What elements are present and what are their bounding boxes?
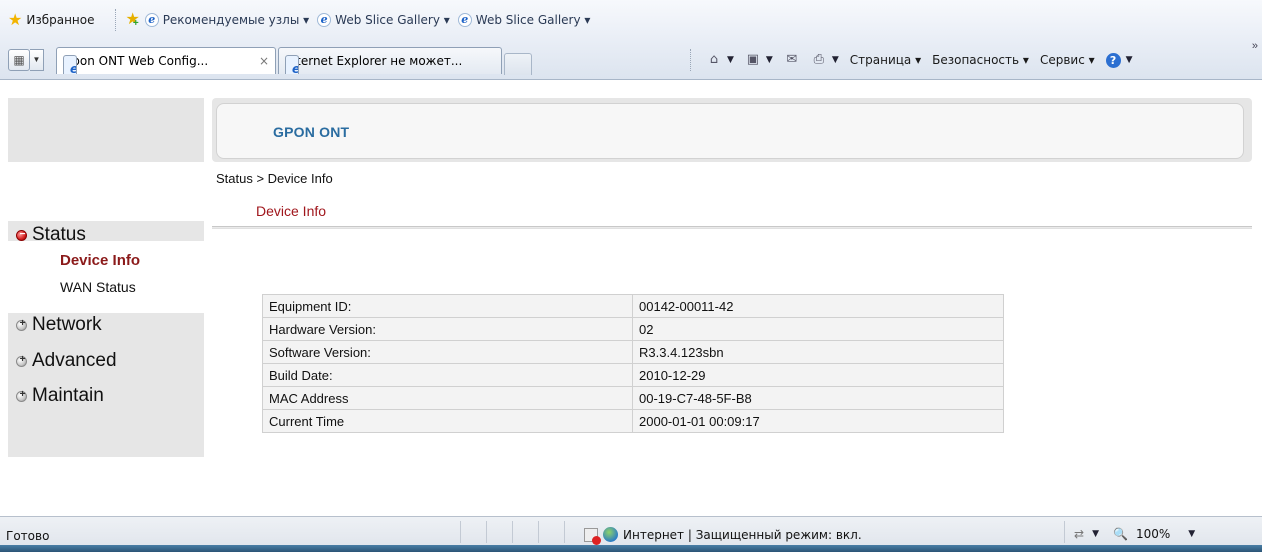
chevron-down-icon[interactable]: ▼ <box>727 55 734 65</box>
row-value: 00-19-C7-48-5F-B8 <box>632 386 1004 410</box>
row-label: Software Version: <box>262 340 633 364</box>
row-value: 2000-01-01 00:09:17 <box>632 409 1004 433</box>
change-status-icon[interactable]: ⇄ <box>1074 527 1084 541</box>
row-label: Current Time <box>262 409 633 433</box>
status-separator <box>460 521 461 543</box>
header-banner: GPON ONT <box>216 103 1244 159</box>
tab-list-chevron-down-icon[interactable]: ▼ <box>30 49 44 71</box>
collapse-icon <box>16 229 28 241</box>
internet-zone-globe-icon <box>603 527 618 542</box>
favorites-item-label: Web Slice Gallery ▾ <box>335 13 450 27</box>
favorites-button[interactable]: ★ Избранное <box>8 12 95 28</box>
status-separator <box>564 521 565 543</box>
favorites-separator <box>114 9 116 31</box>
page-content: GPON ONT Status > Device Info Device Inf… <box>0 81 1262 515</box>
tools-menu[interactable]: Сервис ▾ <box>1040 53 1095 67</box>
home-icon[interactable]: ⌂ <box>706 52 722 68</box>
page-menu[interactable]: Страница ▾ <box>850 53 921 67</box>
security-zone[interactable]: Интернет | Защищенный режим: вкл. <box>584 527 862 545</box>
brand-title: GPON ONT <box>273 124 350 140</box>
status-separator <box>1064 521 1065 543</box>
command-bar-separator <box>690 49 691 71</box>
close-tab-icon[interactable]: × <box>259 54 269 68</box>
section-title: Device Info <box>256 203 327 219</box>
print-icon[interactable]: ⎙ <box>811 52 827 68</box>
favorites-item-web-slice-gallery-1[interactable]: e Web Slice Gallery ▾ <box>317 13 450 27</box>
safety-menu[interactable]: Безопасность ▾ <box>932 53 1029 67</box>
expand-icon <box>16 354 28 367</box>
row-label: MAC Address <box>262 386 633 410</box>
table-row: Hardware Version: 02 <box>262 317 1004 341</box>
new-tab-button[interactable] <box>504 53 532 75</box>
status-submenu: Device Info WAN Status <box>8 241 204 313</box>
ie-icon: e <box>457 13 472 27</box>
sidebar-item-label: Maintain <box>32 385 104 406</box>
ie-icon: e <box>144 13 159 27</box>
mail-icon[interactable]: ✉ <box>784 52 800 68</box>
row-value: 02 <box>632 317 1004 341</box>
command-bar-overflow-chevron-icon[interactable]: » <box>1252 40 1258 52</box>
popup-blocked-icon[interactable] <box>584 527 601 545</box>
device-info-table: Equipment ID: 00142-00011-42 Hardware Ve… <box>262 294 1004 433</box>
sidebar-item-network[interactable]: Network <box>16 314 102 336</box>
chevron-down-icon[interactable]: ▼ <box>1092 529 1099 539</box>
ie-icon: e <box>317 13 332 27</box>
status-separator <box>512 521 513 543</box>
tab-bar: ▦ ▼ e Gpon ONT Web Config... × e Interne… <box>0 40 1262 80</box>
chevron-down-icon[interactable]: ▼ <box>766 55 773 65</box>
expand-icon <box>16 389 28 402</box>
zoom-level: 100% <box>1135 527 1171 541</box>
favorites-item-label: Web Slice Gallery ▾ <box>475 13 591 27</box>
status-separator <box>538 521 539 543</box>
row-label: Hardware Version: <box>262 317 633 341</box>
zoom-icon: 🔍 <box>1112 527 1128 541</box>
chevron-down-icon[interactable]: ▼ <box>1126 55 1133 65</box>
ie-icon: e <box>285 55 299 74</box>
row-value: 2010-12-29 <box>632 363 1004 387</box>
quick-tabs-icon[interactable]: ▦ <box>8 49 30 71</box>
sidebar-item-wan-status[interactable]: WAN Status <box>60 279 136 295</box>
logo-area <box>8 98 204 162</box>
sidebar-item-maintain[interactable]: Maintain <box>16 385 104 407</box>
chevron-down-icon[interactable]: ▼ <box>832 55 839 65</box>
favorites-item-label: Рекомендуемые узлы ▾ <box>162 13 310 27</box>
tab-gpon-ont[interactable]: e Gpon ONT Web Config... × <box>56 47 276 74</box>
help-icon[interactable]: ? <box>1105 52 1121 68</box>
favorites-item-suggested-sites[interactable]: e Рекомендуемые узлы ▾ <box>144 13 310 27</box>
expand-icon <box>16 318 28 331</box>
favorites-label: Избранное <box>26 13 95 27</box>
tab-ie-error[interactable]: e Internet Explorer не может... <box>278 47 502 74</box>
zoom-control[interactable]: ⇄ ▼ 🔍 100% ▼ <box>1074 527 1195 541</box>
table-row: Current Time 2000-01-01 00:09:17 <box>262 409 1004 433</box>
sidebar: Status Device Info WAN Status Network Ad… <box>8 221 204 457</box>
sidebar-item-label: Network <box>32 314 102 335</box>
section-divider <box>212 226 1252 229</box>
favorites-item-web-slice-gallery-2[interactable]: e Web Slice Gallery ▾ <box>457 13 591 27</box>
status-separator <box>486 521 487 543</box>
add-badge-icon: + <box>132 17 139 29</box>
ie-icon: e <box>63 55 77 74</box>
table-row: MAC Address 00-19-C7-48-5F-B8 <box>262 386 1004 410</box>
status-text: Готово <box>6 529 50 543</box>
table-row: Equipment ID: 00142-00011-42 <box>262 294 1004 318</box>
sidebar-item-device-info[interactable]: Device Info <box>60 252 140 269</box>
row-value: 00142-00011-42 <box>632 294 1004 318</box>
favorites-star-icon: ★ <box>8 10 23 29</box>
feeds-icon[interactable]: ▣ <box>745 52 761 68</box>
taskbar-strip <box>0 545 1262 552</box>
row-label: Build Date: <box>262 363 633 387</box>
table-row: Software Version: R3.3.4.123sbn <box>262 340 1004 364</box>
row-value: R3.3.4.123sbn <box>632 340 1004 364</box>
favorites-bar: ★ Избранное ★ + e Рекомендуемые узлы ▾ e … <box>0 0 1262 40</box>
zone-label: Интернет | Защищенный режим: вкл. <box>623 527 862 542</box>
sidebar-item-label: Advanced <box>32 350 117 371</box>
row-label: Equipment ID: <box>262 294 633 318</box>
tab-title: Internet Explorer не может... <box>285 54 463 68</box>
command-bar: ⌂ ▼ ▣ ▼ ✉ ⎙ ▼ Страница ▾ Безопасность ▾ Сер… <box>690 49 1133 71</box>
breadcrumb: Status > Device Info <box>216 171 333 186</box>
sidebar-item-advanced[interactable]: Advanced <box>16 350 117 372</box>
tab-title: Gpon ONT Web Config... <box>63 54 209 68</box>
chevron-down-icon[interactable]: ▼ <box>1188 529 1195 539</box>
table-row: Build Date: 2010-12-29 <box>262 363 1004 387</box>
